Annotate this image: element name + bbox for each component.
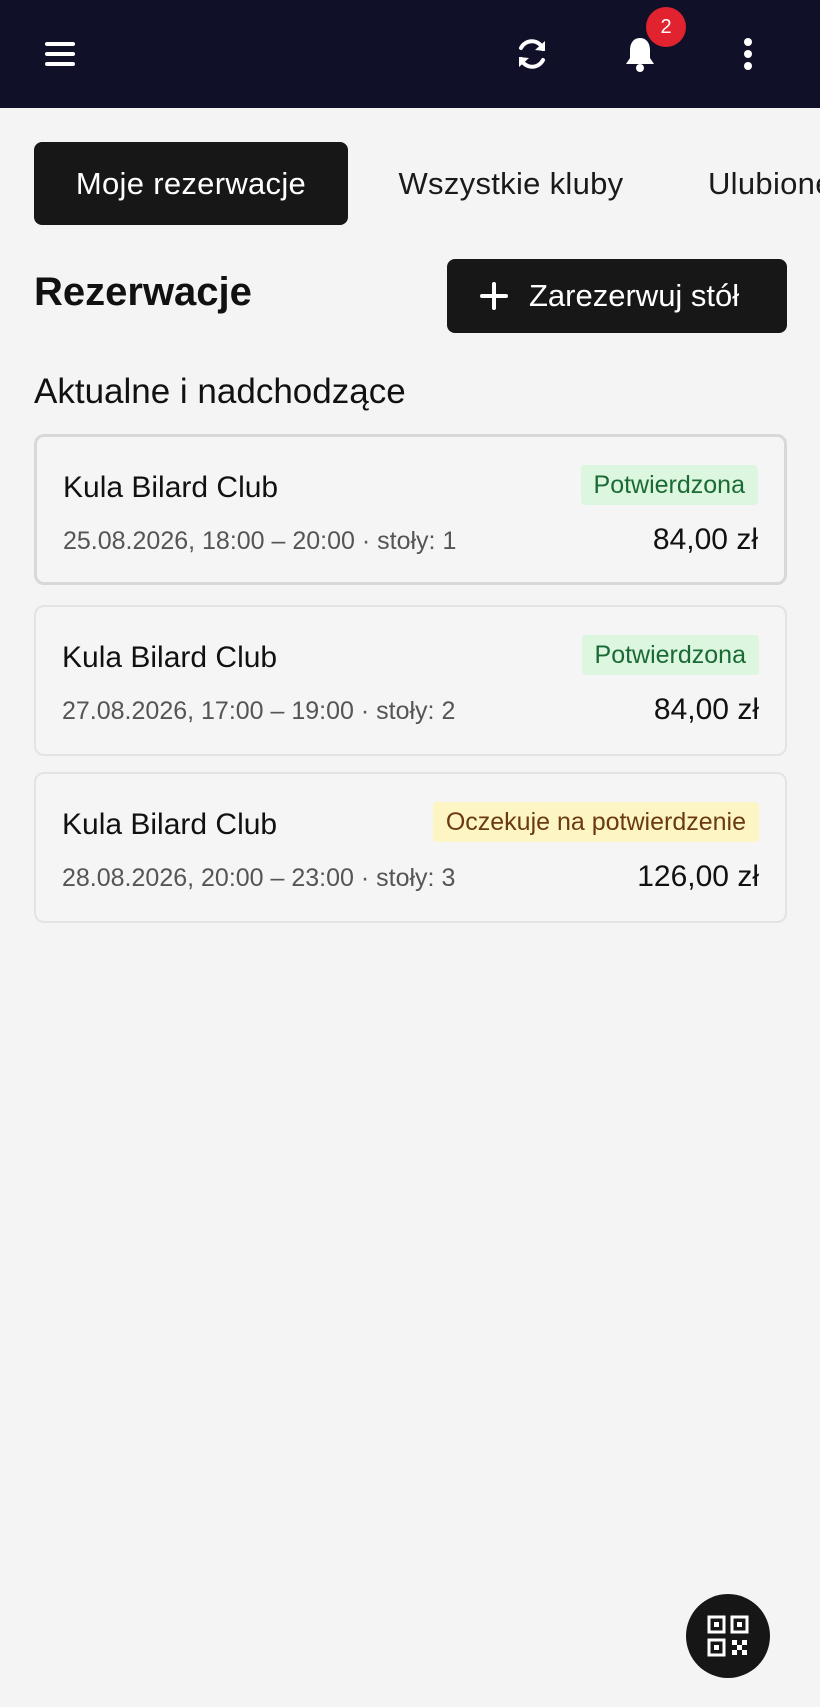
club-name: Kula Bilard Club [62,808,278,841]
status-badge: Oczekuje na potwierdzenie [432,802,759,842]
club-name: Kula Bilard Club [63,471,279,504]
tab-all-clubs[interactable]: Wszystkie kluby [372,142,650,225]
more-options-button[interactable] [718,24,778,84]
club-name: Kula Bilard Club [62,641,278,674]
page-title: Rezerwacje [34,270,252,314]
reservation-details: 25.08.2026, 18:00 – 20:00 · stoły: 1 [63,527,457,555]
more-vertical-icon [744,38,752,70]
qr-scan-button[interactable] [686,1594,770,1678]
reservation-details: 27.08.2026, 17:00 – 19:00 · stoły: 2 [62,697,456,725]
tab-bar: Moje rezerwacje Wszystkie kluby Ulubione [0,142,820,226]
notification-count-badge: 2 [646,7,686,47]
reserve-table-button[interactable]: Zarezerwuj stół [447,259,787,333]
tab-favorites[interactable]: Ulubione [690,142,820,225]
menu-icon [45,42,75,66]
section-title: Aktualne i nadchodzące [34,372,406,411]
reservation-card[interactable]: Kula Bilard Club Potwierdzona 25.08.2026… [34,434,787,585]
qr-code-icon [707,1615,749,1657]
reservation-card[interactable]: Kula Bilard Club Oczekuje na potwierdzen… [34,772,787,923]
refresh-icon [519,39,545,69]
status-badge: Potwierdzona [580,465,758,505]
reservation-card[interactable]: Kula Bilard Club Potwierdzona 27.08.2026… [34,605,787,756]
reservation-price: 84,00 zł [653,693,759,726]
reserve-table-label: Zarezerwuj stół [529,278,740,313]
refresh-button[interactable] [502,24,562,84]
menu-button[interactable] [30,24,90,84]
plus-icon [480,282,508,310]
reservation-price: 84,00 zł [652,523,758,556]
status-badge: Potwierdzona [581,635,759,675]
reservation-details: 28.08.2026, 20:00 – 23:00 · stoły: 3 [62,864,456,892]
top-app-bar: 2 [0,0,820,108]
tab-my-reservations[interactable]: Moje rezerwacje [34,142,348,225]
reservation-price: 126,00 zł [637,860,759,893]
